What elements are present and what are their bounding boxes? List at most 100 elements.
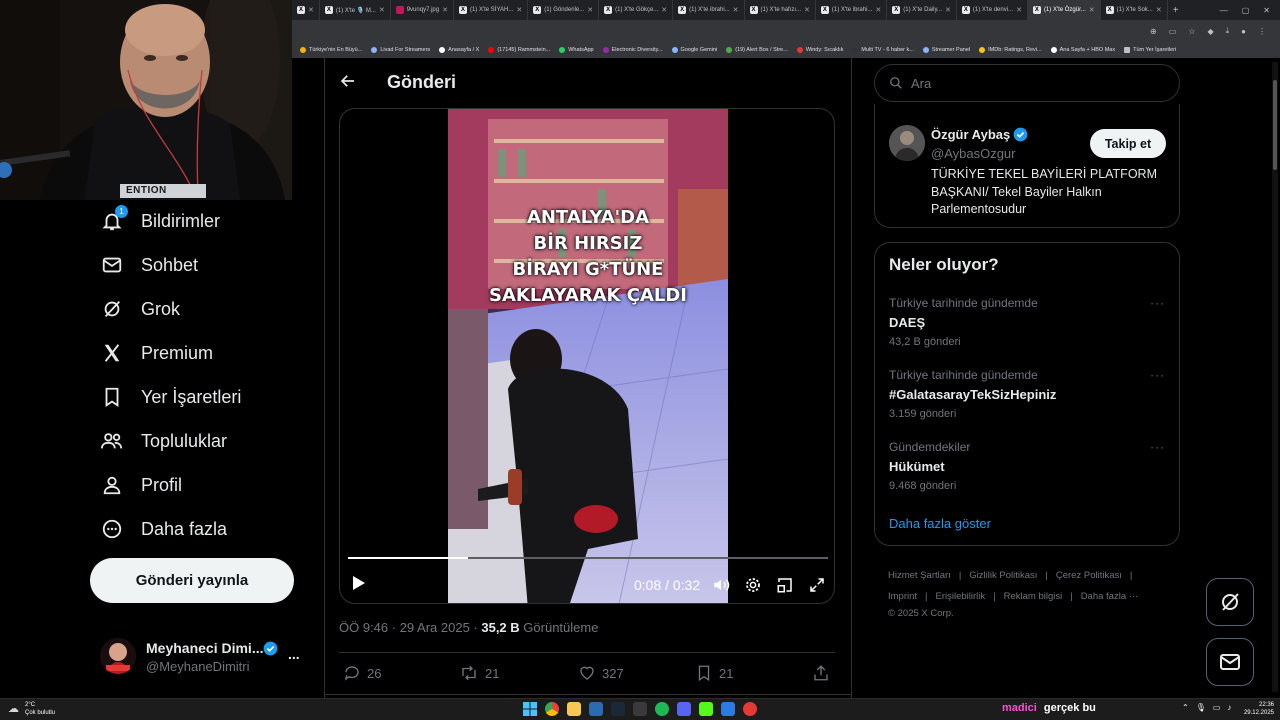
picture-in-picture-icon[interactable] (776, 576, 794, 599)
browser-tab[interactable]: X (1) X'te denvi... ✕ (957, 0, 1028, 20)
downloads-icon[interactable]: ⤓ (1226, 26, 1230, 36)
bookmark-item[interactable]: Electronic Diversity... (602, 47, 663, 53)
account-more-icon[interactable]: ... (288, 646, 300, 662)
footer-link[interactable]: Hizmet Şartları (888, 565, 951, 586)
footer-link[interactable]: Reklam bilgisi (1004, 586, 1063, 607)
nav-profile[interactable]: Profil (100, 467, 182, 503)
maximize-icon[interactable]: ▢ (1242, 6, 1250, 15)
close-tab-icon[interactable]: ✕ (1016, 6, 1022, 14)
account-switcher[interactable]: Meyhaneci Dimi... @MeyhaneDimitri ... (98, 632, 310, 680)
bookmark-item[interactable]: Ana Sayfa + HBO Max (1050, 47, 1115, 53)
bookmark-item[interactable]: Türkiye'nin En Büyü... (300, 47, 362, 53)
messages-fab[interactable] (1206, 638, 1254, 686)
reply-button[interactable]: 26 (343, 664, 381, 682)
footer-link[interactable]: Gizlilik Politikası (969, 565, 1037, 586)
profile-avatar[interactable] (889, 125, 925, 161)
browser-tab[interactable]: X ✕ (292, 0, 320, 20)
menu-icon[interactable]: ⋮ (1258, 27, 1266, 36)
show-more-link[interactable]: Daha fazla göster (889, 516, 991, 531)
bookmark-item[interactable]: WhatsApp (559, 47, 594, 53)
close-tab-icon[interactable]: ✕ (875, 6, 881, 14)
browser-tab[interactable]: X (1) X'te ibrahi... ✕ (673, 0, 745, 20)
browser-tab[interactable]: X (1) X'te Sok... ✕ (1101, 0, 1168, 20)
nav-premium[interactable]: Premium (100, 335, 213, 371)
browser-tab[interactable]: X (1) X'te hafızı... ✕ (745, 0, 816, 20)
file-explorer-icon[interactable] (567, 702, 581, 716)
close-tab-icon[interactable]: ✕ (1156, 6, 1162, 14)
search-input[interactable]: Ara (874, 64, 1180, 102)
close-tab-icon[interactable]: ✕ (733, 6, 739, 14)
trend-item[interactable]: Gündemdekiler Hükümet 9.468 gönderi ··· (889, 440, 1165, 492)
fullscreen-icon[interactable] (808, 576, 826, 599)
bookmark-item[interactable]: (17145) Rammstein... (488, 47, 550, 53)
nav-grok[interactable]: Grok (100, 291, 180, 327)
close-tab-icon[interactable]: ✕ (308, 6, 314, 14)
volume-icon[interactable] (712, 576, 730, 599)
browser-tab[interactable]: X (1) X'te ibrahi... ✕ (816, 0, 888, 20)
close-tab-icon[interactable]: ✕ (1089, 6, 1095, 14)
app-icon[interactable] (589, 702, 603, 716)
all-bookmarks[interactable]: Tüm Yer İşaretleri (1124, 47, 1176, 53)
nav-chat[interactable]: Sohbet (100, 247, 198, 283)
cast-icon[interactable]: ▭ (1169, 27, 1177, 36)
speaker-icon[interactable]: ♪ (1227, 703, 1231, 712)
post-button[interactable]: Gönderi yayınla (90, 558, 294, 603)
chrome-icon[interactable] (545, 702, 559, 716)
bookmark-item[interactable]: (19) Alert Box / Stre... (726, 47, 788, 53)
play-icon[interactable] (352, 575, 368, 593)
weather-widget[interactable]: 2°C Çok bulutlu (25, 701, 55, 717)
trend-item[interactable]: Türkiye tarihinde gündemde DAEŞ 43,2 B g… (889, 296, 1165, 348)
bookmark-item[interactable]: Multi TV - 6 haber k... (852, 47, 914, 53)
spotify-icon[interactable] (655, 702, 669, 716)
app-icon[interactable] (633, 702, 647, 716)
close-tab-icon[interactable]: ✕ (661, 6, 667, 14)
mic-icon[interactable]: 🎙 (1196, 703, 1206, 712)
browser-tab-active[interactable]: X (1) X'te Özgür... ✕ (1027, 0, 1101, 20)
bookmark-item[interactable]: Windy: Sıcaklık (796, 47, 843, 53)
browser-tab[interactable]: X (1) Gönderile... ✕ (528, 0, 600, 20)
extension-icon[interactable]: ◆ (1207, 27, 1213, 36)
footer-link[interactable]: Imprint (888, 586, 917, 607)
steam-icon[interactable] (611, 702, 625, 716)
close-tab-icon[interactable]: ✕ (516, 6, 522, 14)
close-tab-icon[interactable]: ✕ (587, 6, 593, 14)
close-tab-icon[interactable]: ✕ (379, 6, 385, 14)
windows-start-icon[interactable] (523, 702, 537, 716)
clock[interactable]: 22:36 29.12.2025 (1240, 701, 1274, 717)
footer-link[interactable]: Daha fazla ··· (1081, 586, 1139, 607)
scrollbar[interactable] (1272, 62, 1278, 692)
window-close-icon[interactable]: ✕ (1263, 6, 1270, 15)
obs-icon[interactable] (743, 702, 757, 716)
nav-bookmarks[interactable]: Yer İşaretleri (100, 379, 241, 415)
minimize-icon[interactable]: — (1220, 6, 1228, 15)
bookmark-item[interactable]: Anasayfa / X (439, 47, 479, 53)
trend-more-icon[interactable]: ··· (1150, 440, 1165, 454)
kick-icon[interactable] (699, 702, 713, 716)
browser-tab[interactable]: X (1) X'te Daily... ✕ (887, 0, 957, 20)
nav-more[interactable]: Daha fazla (100, 511, 227, 547)
bookmark-button[interactable]: 21 (695, 664, 733, 682)
profile-name[interactable]: Özgür Aybaş (931, 127, 1010, 142)
close-tab-icon[interactable]: ✕ (442, 6, 448, 14)
browser-tab[interactable]: X (1) X'te Gökçe... ✕ (599, 0, 674, 20)
nav-notifications[interactable]: 1 Bildirimler (100, 203, 220, 239)
like-button[interactable]: 327 (578, 664, 624, 682)
browser-tab[interactable]: X (1) X'te 🎙️ M... ✕ (320, 0, 391, 20)
browser-tab[interactable]: 9vunqy7.jpg ✕ (391, 0, 454, 20)
nav-communities[interactable]: Topluluklar (100, 423, 227, 459)
zoom-icon[interactable]: ⊕ (1150, 27, 1157, 36)
app-icon[interactable] (721, 702, 735, 716)
close-tab-icon[interactable]: ✕ (945, 6, 951, 14)
footer-link[interactable]: Çerez Politikası (1056, 565, 1122, 586)
trend-more-icon[interactable]: ··· (1150, 368, 1165, 382)
scrollbar-thumb[interactable] (1273, 80, 1277, 170)
video-player[interactable]: ANTALYA'DA BİR HIRSIZ BİRAYI G*TÜNE SAKL… (339, 108, 835, 604)
close-tab-icon[interactable]: ✕ (804, 6, 810, 14)
star-icon[interactable]: ☆ (1188, 27, 1195, 36)
new-tab-button[interactable]: + (1168, 0, 1184, 20)
tray-chevron-icon[interactable]: ⌃ (1182, 703, 1189, 712)
footer-link[interactable]: Erişilebilirlik (936, 586, 986, 607)
bookmark-item[interactable]: Livad For Streamers (371, 47, 430, 53)
share-button[interactable] (812, 664, 830, 687)
discord-icon[interactable] (677, 702, 691, 716)
